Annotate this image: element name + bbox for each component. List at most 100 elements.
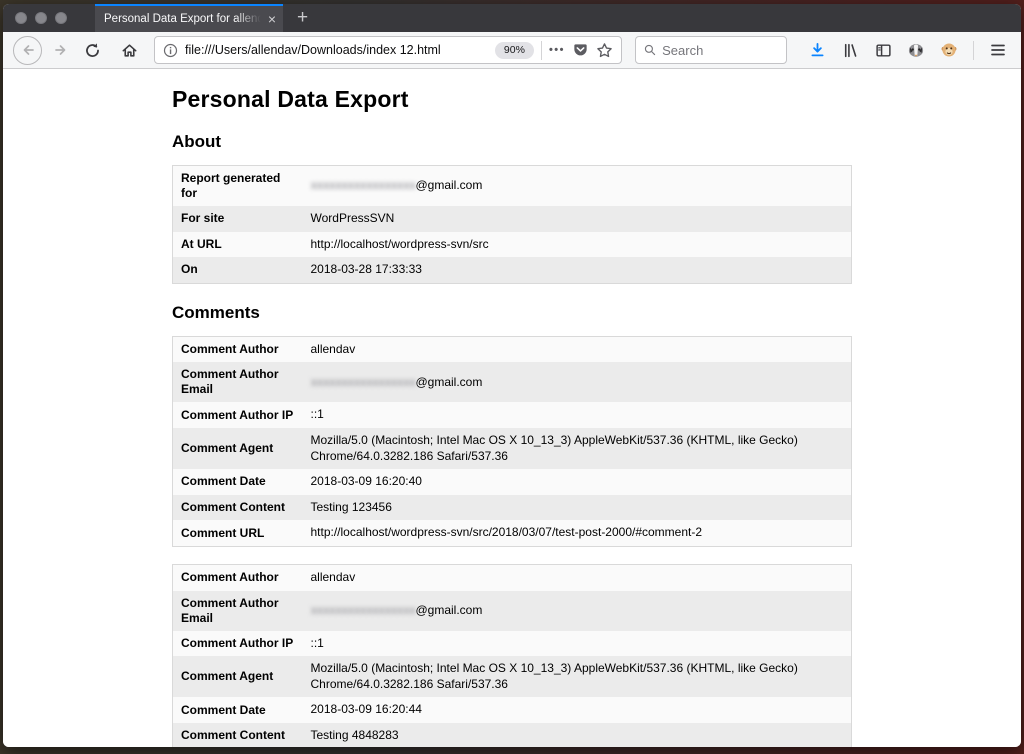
row-label: Comment Content xyxy=(181,500,285,515)
row-label: Comment URL xyxy=(181,525,265,540)
sidebar-icon xyxy=(875,43,891,57)
table-row: Comment Author IP::1 xyxy=(172,630,852,657)
comments-tables-container: Comment Author allendav Comment Author Ema… xyxy=(172,335,852,747)
redacted-email-prefix xyxy=(311,603,416,617)
badger-extension-icon xyxy=(908,44,924,57)
library-icon xyxy=(844,43,856,57)
urlbar-separator xyxy=(540,40,542,60)
email-suffix: @gmail.com xyxy=(415,178,483,193)
row-value: @gmail.com xyxy=(305,166,852,207)
table-row: Comment Content Testing 4848283 xyxy=(172,722,852,747)
row-value: allendav xyxy=(310,569,356,584)
badger-extension-button[interactable] xyxy=(903,37,929,63)
navigation-toolbar: file:///Users/allendav/Downloads/index 1… xyxy=(3,32,1021,69)
table-row: For site WordPressSVN xyxy=(172,206,852,232)
export-document: Personal Data Export About Report genera… xyxy=(172,69,852,747)
search-input[interactable] xyxy=(662,42,778,58)
row-label: Comment Date xyxy=(181,702,266,717)
row-label: On xyxy=(181,262,198,277)
library-button[interactable] xyxy=(837,37,863,63)
tab-close-icon[interactable]: × xyxy=(268,12,276,26)
reload-button[interactable] xyxy=(80,38,104,62)
home-button[interactable] xyxy=(117,38,141,62)
menu-button[interactable] xyxy=(985,37,1011,63)
row-label: Comment Content xyxy=(181,728,285,743)
tab-personal-data-export[interactable]: Personal Data Export for allendavids × xyxy=(95,4,283,32)
row-label: Comment Agent xyxy=(181,669,274,684)
download-icon xyxy=(810,42,824,56)
url-bar[interactable]: file:///Users/allendav/Downloads/index 1… xyxy=(154,36,622,64)
email-suffix: @gmail.com xyxy=(415,602,483,617)
page-viewport: Personal Data Export About Report genera… xyxy=(3,69,1021,747)
page-actions-button[interactable]: ••• xyxy=(549,44,565,56)
bookmark-star-icon[interactable] xyxy=(596,42,613,59)
minimize-window-button[interactable] xyxy=(35,12,47,24)
table-row: At URL http://localhost/wordpress-svn/src xyxy=(172,231,852,258)
window-controls xyxy=(3,4,81,32)
home-icon xyxy=(122,43,136,57)
row-label: Comment Author Email xyxy=(181,595,279,625)
row-value: Mozilla/5.0 (Macintosh; Intel Mac OS X 1… xyxy=(310,432,798,463)
row-label: Comment Author xyxy=(181,342,279,357)
table-row: Report generated for @gmail.com xyxy=(172,165,852,207)
toolbar-separator xyxy=(973,40,974,60)
row-value: 2018-03-28 17:33:33 xyxy=(310,262,422,277)
pocket-save-icon[interactable] xyxy=(572,42,589,59)
table-row: Comment Author IP::1 xyxy=(172,402,852,428)
table-row: Comment Date 2018-03-09 16:20:44 xyxy=(172,697,852,723)
email-suffix: @gmail.com xyxy=(415,374,483,389)
about-table-container: Report generated for @gmail.com For site Wo… xyxy=(172,165,852,284)
table-row: Comment Author allendav xyxy=(172,336,852,363)
row-value: http://localhost/wordpress-svn/src xyxy=(310,236,489,251)
hamburger-menu-icon xyxy=(991,44,1005,56)
forward-button[interactable] xyxy=(49,38,73,62)
row-label: Comment Author Email xyxy=(181,367,279,397)
table-row: Comment URL http://localhost/wordpress-sv… xyxy=(172,520,852,547)
table-row: Comment Agent Mozilla/5.0 (Macintosh; Int… xyxy=(172,656,852,698)
close-window-button[interactable] xyxy=(15,12,27,24)
table-row: Comment Author Email @gmail.com xyxy=(172,590,852,631)
back-button[interactable] xyxy=(13,35,42,65)
maximize-window-button[interactable] xyxy=(55,12,67,24)
data-table: Report generated for @gmail.com For site Wo… xyxy=(172,165,852,284)
url-text[interactable]: file:///Users/allendav/Downloads/index 1… xyxy=(185,43,488,57)
search-box[interactable] xyxy=(635,36,787,64)
downloads-button[interactable] xyxy=(804,37,830,63)
page-info-icon[interactable] xyxy=(163,43,178,58)
forward-arrow-icon xyxy=(55,45,66,55)
row-value: Testing 4848283 xyxy=(310,727,399,742)
row-label: Comment Author xyxy=(181,570,279,585)
row-label: Comment Date xyxy=(181,474,266,489)
reload-icon xyxy=(85,42,99,57)
data-table: Comment Author allendav Comment Author Ema… xyxy=(172,335,852,547)
table-row: Comment Date 2018-03-09 16:20:40 xyxy=(172,469,852,495)
row-value: @gmail.com xyxy=(305,591,852,631)
search-icon xyxy=(644,44,656,56)
about-heading: About xyxy=(172,132,222,151)
table-row: On 2018-03-28 17:33:33 xyxy=(172,257,852,284)
page-title: Personal Data Export xyxy=(172,86,409,112)
new-tab-button[interactable]: + xyxy=(283,4,322,32)
tab-bar: Personal Data Export for allendavids × + xyxy=(3,4,1021,32)
row-label: For site xyxy=(181,211,225,226)
row-label: Comment Author IP xyxy=(181,407,294,422)
row-value: 2018-03-09 16:20:40 xyxy=(310,474,422,489)
row-label: Report generated for xyxy=(181,171,281,200)
monkey-extension-button[interactable] xyxy=(936,37,962,63)
sidebar-toggle-button[interactable] xyxy=(870,37,896,63)
row-value: 2018-03-09 16:20:44 xyxy=(310,702,422,717)
redacted-email-prefix xyxy=(311,375,416,389)
browser-window: Personal Data Export for allendavids × + xyxy=(3,4,1021,747)
back-arrow-icon xyxy=(23,45,34,55)
zoom-level-badge[interactable]: 90% xyxy=(494,41,534,59)
row-value: allendav xyxy=(310,341,356,356)
row-value: WordPressSVN xyxy=(310,211,395,225)
tab-title: Personal Data Export for allendavids xyxy=(104,13,264,25)
row-value: Testing 123456 xyxy=(310,499,392,514)
row-value: http://localhost/wordpress-svn/src/2018/… xyxy=(310,525,703,540)
row-value: @gmail.com xyxy=(305,362,852,402)
table-row: Comment Content Testing 123456 xyxy=(172,494,852,521)
table-row: Comment Author allendav xyxy=(172,564,852,591)
row-value: ::1 xyxy=(310,407,324,422)
comments-heading: Comments xyxy=(172,302,260,322)
